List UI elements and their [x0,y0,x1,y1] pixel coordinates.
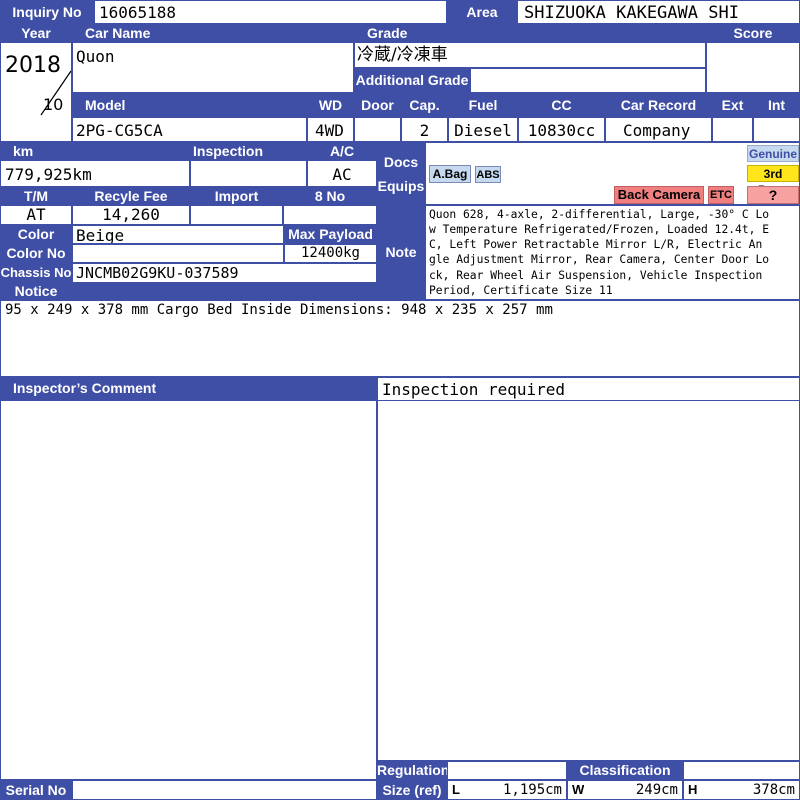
year-slash [40,70,71,116]
import-value [190,205,283,225]
max-payload-value: 12400kg [284,244,377,263]
car-name-value: Quon [72,42,354,93]
month-value: 10 [43,95,64,114]
tm-label: T/M [0,187,72,205]
grade-label: Grade [354,24,706,42]
note-line-2: w Temperature Refrigerated/Frozen, Loade… [429,223,770,236]
no-value [283,205,377,225]
chassis-no-label: Chassis No [0,263,72,283]
color-no-value [72,244,284,263]
docs-label: Docs [383,154,419,170]
size-w-cell: W 249cm [567,780,683,800]
year-label: Year [0,24,72,42]
inspection-value [190,160,307,187]
cap-label: Cap. [401,93,448,117]
third-party-chip: 3rd Party [747,165,799,197]
genuine-chip: Genuine [747,145,799,162]
ext-label: Ext [712,93,753,117]
wd-label: WD [307,93,354,117]
serial-no-label: Serial No [0,780,72,800]
note-line-1: Quon 628, 4-axle, 2-differential, Large,… [429,208,770,221]
notice-text: 95 x 249 x 378 mm Cargo Bed Inside Dimen… [5,302,553,318]
etc-chip: ETC [708,186,734,204]
recycle-fee-label: Recyle Fee [72,187,190,205]
no-label: 8 No [283,187,377,205]
color-value: Beige [72,225,284,244]
note-line-6: Period, Certificate Size 11 [429,284,613,297]
note-line-4: gle Adjustment Mirror, Rear Camera, Cent… [429,253,770,266]
inspectors-comment-label: Inspector’s Comment [0,377,377,400]
size-l-value: 1,195cm [502,782,562,798]
area-value: SHIZUOKA KAKEGAWA SHI [517,0,800,24]
serial-no-value [72,780,377,800]
cc-value: 10830cc [518,117,605,142]
int-value [753,117,800,142]
note-label: Note [377,205,425,300]
size-w-label: W [572,782,585,797]
year-box: 2018 10 [0,42,72,142]
notice-box: 95 x 249 x 378 mm Cargo Bed Inside Dimen… [0,300,800,377]
cap-value: 2 [401,117,448,142]
notice-label: Notice [0,283,72,300]
size-h-cell: H 378cm [683,780,800,800]
door-label: Door [354,93,401,117]
size-l-label: L [452,782,460,797]
unknown-chip: ? [747,186,799,204]
regulation-value [447,761,567,780]
car-name-label: Car Name [72,24,354,42]
km-label: km [0,142,190,160]
color-no-label: Color No [0,244,72,263]
regulation-label: Regulation [377,761,447,780]
wd-value: 4WD [307,117,354,142]
cc-label: CC [518,93,605,117]
inspectors-comment-box [0,400,377,780]
docs-equips-label: Docs Equips [377,142,425,205]
size-l-cell: L 1,195cm [447,780,567,800]
inquiry-no-label: Inquiry No [0,0,94,24]
area-label: Area [447,0,517,24]
equips-label: Equips [377,178,425,194]
fuel-label: Fuel [448,93,518,117]
model-label: Model [72,93,307,117]
tm-value: AT [0,205,72,225]
door-value [354,117,401,142]
grade-value: 冷蔵/冷凍車 [354,42,706,68]
note-line-3: C, Left Power Retractable Mirror L/R, El… [429,238,763,251]
size-h-label: H [688,782,698,797]
inquiry-no-value: 16065188 [94,0,447,24]
fuel-value: Diesel [448,117,518,142]
additional-grade-value [470,68,706,93]
abs-chip: ABS [475,166,501,183]
inspection-remark-box: Inspection required [377,377,800,761]
model-value: 2PG-CG5CA [72,117,307,142]
size-w-value: 249cm [635,782,678,798]
additional-grade-label: Additional Grade [354,68,470,93]
classification-value [683,761,800,780]
score-value [706,42,800,93]
score-label: Score [706,24,800,42]
recycle-fee-value: 14,260 [72,205,190,225]
import-label: Import [190,187,283,205]
color-label: Color [0,225,72,244]
car-record-label: Car Record [605,93,712,117]
inspection-remark-divider [378,400,799,401]
km-value: 779,925km [0,160,190,187]
inspection-required-text: Inspection required [382,380,566,399]
inspection-label: Inspection [190,142,307,160]
max-payload-label: Max Payload [284,225,377,244]
chassis-no-value: JNCMB02G9KU-037589 [72,263,377,283]
int-label: Int [753,93,800,117]
back-camera-chip: Back Camera [614,186,704,204]
size-ref-label: Size (ref) [377,780,447,800]
abag-chip: A.Bag [429,165,471,183]
size-h-value: 378cm [752,782,795,798]
ext-value [712,117,753,142]
car-record-value: Company [605,117,712,142]
ac-value: AC [307,160,377,187]
note-line-5: ck, Rear Wheel Air Suspension, Vehicle I… [429,269,763,282]
ac-label: A/C [307,142,377,160]
notice-header-bar [72,283,377,300]
classification-label: Classification [567,761,683,780]
